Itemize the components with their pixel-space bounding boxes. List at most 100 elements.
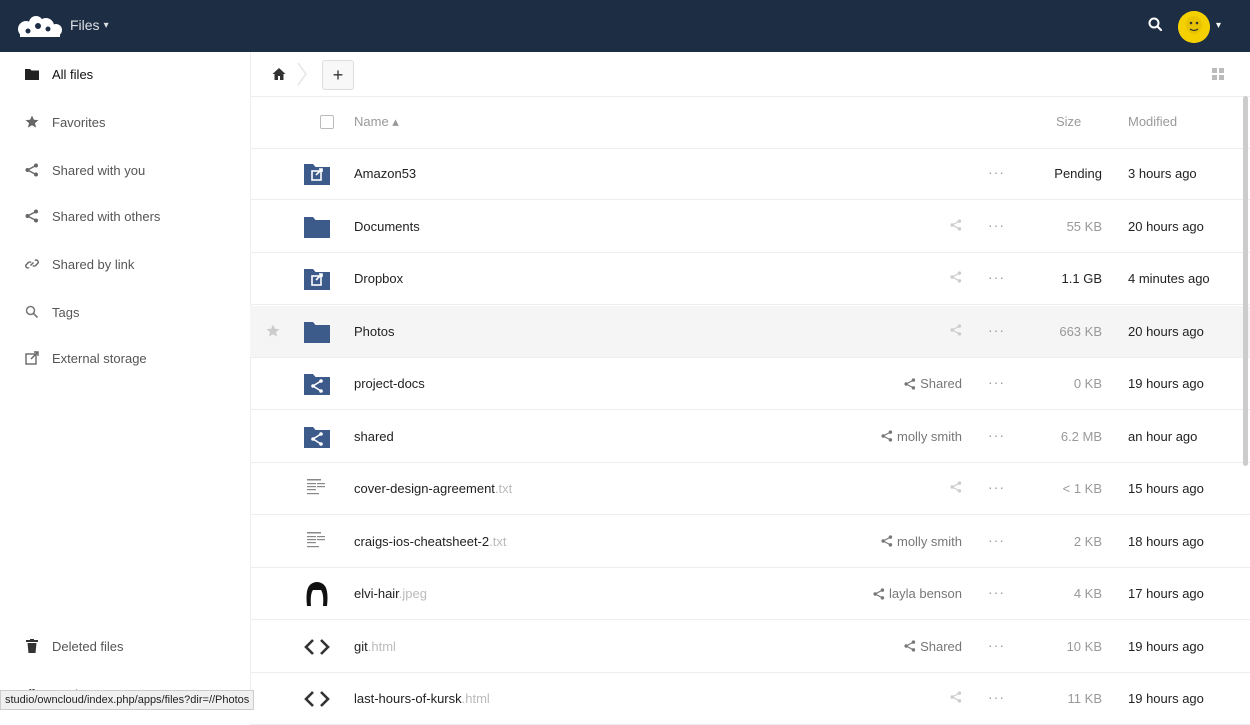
app-menu-button[interactable]: Files ▾ [70,17,109,33]
more-actions-button[interactable]: ··· [988,637,1005,653]
share-label: molly smith [896,428,962,444]
share-button[interactable] [950,323,962,336]
file-basename: cover-design-agreement [354,481,495,496]
share-icon [904,640,916,652]
select-all-checkbox[interactable] [320,115,334,129]
file-size: 2 KB [1073,533,1102,549]
new-button[interactable]: + [322,60,354,90]
file-name[interactable]: git.html [354,639,396,654]
share-button[interactable] [950,481,962,493]
file-basename: git [354,638,368,654]
more-actions-button[interactable]: ··· [988,479,1005,495]
home-icon[interactable] [272,67,286,81]
file-size: 11 KB [1067,691,1102,706]
file-name[interactable]: Dropbox [354,271,403,286]
file-size: 4 KB [1073,586,1102,601]
star-icon[interactable] [266,324,280,338]
share-button[interactable] [950,218,962,231]
table-row[interactable]: shared molly smith ··· 6.2 MB an hour ago [250,411,1250,463]
share-button[interactable]: molly smith [881,534,962,549]
file-name[interactable]: project-docs [354,376,425,391]
table-row[interactable]: Amazon53 ··· Pending 3 hours ago [250,148,1250,200]
file-name[interactable]: Photos [354,324,394,339]
scrollbar[interactable] [1243,96,1248,466]
more-actions-button[interactable]: ··· [988,532,1005,548]
more-actions-button[interactable]: ··· [988,322,1005,338]
sidebar-item-external-storage[interactable]: External storage [0,336,250,380]
external-folder-icon [302,265,332,293]
table-row[interactable]: cover-design-agreement.txt ··· < 1 KB 15 ho… [250,463,1250,515]
share-button[interactable] [950,691,962,703]
share-icon [873,587,885,600]
sidebar-item-favorites[interactable]: Favorites [0,100,250,144]
share-icon [904,377,916,390]
more-actions-button[interactable]: ··· [988,164,1005,180]
sidebar-item-all-files[interactable]: All files [0,52,250,96]
file-extension: .txt [489,533,507,549]
file-name[interactable]: Amazon53 [354,166,416,181]
table-row[interactable]: project-docs Shared ··· 0 KB 19 hours ago [250,358,1250,410]
file-name[interactable]: craigs-ios-cheatsheet-2.txt [354,534,506,549]
file-extension: .html [461,691,490,706]
more-actions-button[interactable]: ··· [988,584,1005,600]
more-actions-button[interactable]: ··· [988,427,1005,443]
sidebar-item-label: External storage [52,350,147,366]
file-modified: 19 hours ago [1128,691,1204,706]
file-name[interactable]: shared [354,429,394,444]
sidebar-item-label: All files [52,66,94,82]
owncloud-logo[interactable] [14,14,66,38]
search-icon[interactable] [1146,15,1166,35]
chevron-down-icon: ▾ [103,19,109,31]
sidebar-item-shared-with-you[interactable]: Shared with you [0,148,250,192]
link-icon [24,256,40,272]
table-row[interactable]: Dropbox ··· 1.1 GB 4 minutes ago [250,253,1250,305]
more-actions-button[interactable]: ··· [988,269,1005,285]
column-header-modified[interactable]: Modified [1128,114,1177,129]
header-bar: Files ▾ ▾ [0,0,1250,52]
table-row[interactable]: last-hours-of-kursk.html ··· 11 KB 19 hours… [250,673,1250,725]
sidebar-item-shared-by-link[interactable]: Shared by link [0,242,250,286]
file-name[interactable]: Documents [354,219,420,234]
table-row[interactable]: craigs-ios-cheatsheet-2.txt molly smith ··… [250,516,1250,568]
file-basename: Photos [354,323,395,339]
file-name[interactable]: last-hours-of-kursk.html [354,691,490,706]
external-folder-icon [302,160,332,188]
table-row[interactable]: Photos ··· 663 KB 20 hours ago [250,305,1250,358]
share-icon [950,691,962,703]
chevron-down-icon[interactable]: ▾ [1216,20,1221,31]
sidebar-item-shared-with-others[interactable]: Shared with others [0,194,250,238]
share-button[interactable]: layla benson [873,586,962,601]
code-icon [302,633,332,661]
more-actions-button[interactable]: ··· [988,689,1005,705]
search-icon [24,304,40,320]
share-button[interactable]: molly smith [881,429,962,444]
column-header-name[interactable]: Name ▴ [354,114,399,130]
file-modified: 19 hours ago [1128,376,1204,391]
sidebar-item-deleted-files[interactable]: Deleted files [0,624,250,668]
avatar-image-icon [1178,11,1210,43]
table-row[interactable]: git.html Shared ··· 10 KB 19 hours ago [250,621,1250,673]
sidebar-item-tags[interactable]: Tags [0,290,250,334]
folder-icon [302,213,332,241]
table-row[interactable]: elvi-hair.jpeg layla benson ··· 4 KB 17 hour… [250,568,1250,620]
share-icon [24,208,40,224]
sidebar-item-label: Shared by link [52,256,135,272]
column-header-size[interactable]: Size [1056,114,1081,129]
file-modified: 17 hours ago [1128,586,1204,601]
app-name: Files [70,17,100,33]
file-basename: Amazon53 [354,166,417,181]
more-actions-button[interactable]: ··· [988,217,1005,233]
share-button[interactable]: Shared [904,639,962,654]
file-basename: shared [354,428,394,444]
share-button[interactable] [950,271,962,283]
file-name[interactable]: elvi-hair.jpeg [354,586,427,601]
file-modified: 20 hours ago [1128,323,1204,339]
file-name[interactable]: cover-design-agreement.txt [354,481,512,496]
share-button[interactable]: Shared [904,376,962,391]
avatar[interactable] [1178,11,1210,43]
grid-view-icon[interactable] [1212,68,1224,80]
share-icon [881,535,893,547]
sidebar-item-label: Shared with you [52,162,146,178]
more-actions-button[interactable]: ··· [988,374,1005,390]
table-row[interactable]: Documents ··· 55 KB 20 hours ago [250,201,1250,253]
